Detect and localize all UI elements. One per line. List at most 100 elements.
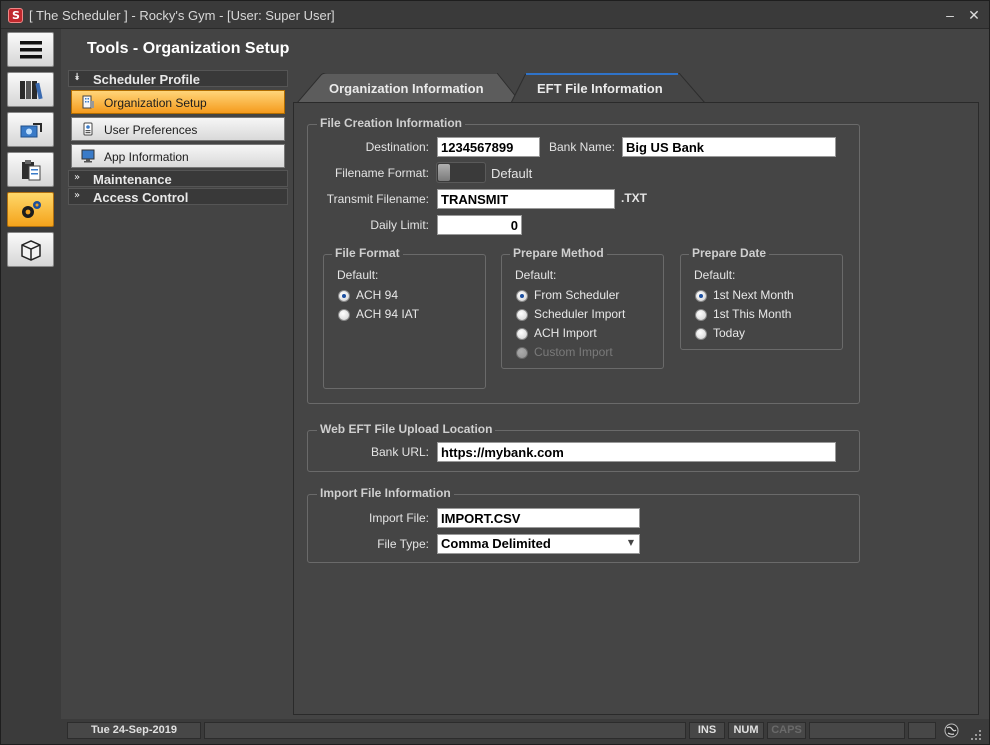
- radio-dot[interactable]: [695, 309, 707, 321]
- chevron-down-icon: ⯯: [74, 72, 80, 83]
- status-num: NUM: [728, 722, 764, 739]
- chevron-right-icon: »: [74, 190, 81, 201]
- web-eft-groupbox: Web EFT File Upload Location Bank URL:: [307, 422, 860, 472]
- chevron-down-icon: ▼: [627, 538, 634, 547]
- package-button[interactable]: [7, 232, 54, 267]
- file-type-select[interactable]: Comma Delimited ▼: [437, 534, 640, 554]
- transmit-filename-input[interactable]: [437, 189, 615, 209]
- menu-icon: [20, 41, 42, 59]
- status-message: [204, 722, 686, 739]
- radio-dot: [516, 347, 528, 359]
- chevron-right-icon: »: [74, 172, 81, 183]
- app-logo-icon: [8, 8, 23, 23]
- radio-label: ACH 94 IAT: [356, 307, 420, 321]
- nav-item-label: User Preferences: [104, 123, 198, 137]
- group-title: Web EFT File Upload Location: [317, 422, 496, 436]
- settings-icon: [22, 201, 41, 218]
- group-title: Import File Information: [317, 486, 454, 500]
- eft-content-panel: File Creation Information Destination: B…: [293, 102, 979, 715]
- radio-dot[interactable]: [516, 309, 528, 321]
- toggle-knob[interactable]: [438, 164, 450, 181]
- radio-label: Custom Import: [534, 345, 613, 359]
- import-file-label: Import File:: [368, 511, 429, 525]
- building-icon: [82, 95, 94, 109]
- radio-dot[interactable]: [695, 290, 707, 302]
- user-prefs-icon: [83, 122, 93, 136]
- radio-label: ACH 94: [356, 288, 399, 302]
- package-icon: [21, 240, 41, 261]
- settings-button[interactable]: [7, 192, 54, 227]
- daily-limit-input[interactable]: [437, 215, 522, 235]
- bank-name-label: Bank Name:: [548, 140, 615, 154]
- file-creation-groupbox: File Creation Information Destination: B…: [307, 116, 860, 404]
- file-type-label: File Type:: [377, 537, 429, 551]
- nav-item-label: App Information: [104, 150, 189, 164]
- library-icon: [20, 81, 43, 100]
- status-caps: CAPS: [767, 722, 806, 739]
- radio-dot[interactable]: [516, 328, 528, 340]
- bank-url-input[interactable]: [437, 442, 836, 462]
- library-button[interactable]: [7, 72, 54, 107]
- nav-group-access-control[interactable]: » Access Control: [68, 188, 288, 205]
- nav-group-label: Access Control: [93, 190, 189, 205]
- file-format-groupbox: File Format Default: ACH 94 ACH 94 IAT: [323, 246, 486, 389]
- group-title: Prepare Date: [689, 246, 770, 260]
- destination-label: Destination:: [365, 140, 429, 154]
- nav-group-label: Maintenance: [93, 172, 172, 187]
- radio-label: 1st Next Month: [713, 288, 794, 302]
- bank-name-input[interactable]: [622, 137, 836, 157]
- window-title: [ The Scheduler ] - Rocky's Gym - [User:…: [29, 8, 335, 23]
- globe-icon[interactable]: [944, 723, 959, 738]
- menu-button[interactable]: [7, 32, 54, 67]
- radio-label: From Scheduler: [534, 288, 620, 302]
- bank-url-label: Bank URL:: [370, 445, 429, 459]
- nav-item-label: Organization Setup: [104, 96, 207, 110]
- status-blank: [908, 722, 936, 739]
- payment-icon: [20, 123, 42, 138]
- prepare-date-groupbox: Prepare Date Default: 1st Next Month 1st…: [680, 246, 843, 350]
- clipboard-icon: [22, 160, 41, 181]
- destination-input[interactable]: [437, 137, 540, 157]
- nav-item-user-preferences[interactable]: User Preferences: [71, 117, 285, 141]
- prepare-method-groupbox: Prepare Method Default: From Scheduler S…: [501, 246, 664, 369]
- icon-rail: [1, 29, 61, 719]
- transmit-extension: .TXT: [621, 191, 647, 205]
- status-date: Tue 24-Sep-2019: [67, 722, 201, 739]
- resize-grip-icon[interactable]: [969, 728, 983, 742]
- status-extra: [809, 722, 905, 739]
- radio-dot[interactable]: [695, 328, 707, 340]
- page-title: Tools - Organization Setup: [87, 40, 290, 57]
- filename-format-label: Filename Format:: [334, 166, 429, 180]
- import-file-input[interactable]: [437, 508, 640, 528]
- payment-button[interactable]: [7, 112, 54, 147]
- daily-limit-label: Daily Limit:: [370, 218, 429, 232]
- radio-dot[interactable]: [338, 290, 350, 302]
- nav-item-organization-setup[interactable]: Organization Setup: [71, 90, 285, 114]
- group-title: File Creation Information: [317, 116, 466, 130]
- radio-dot[interactable]: [516, 290, 528, 302]
- tab-organization-information[interactable]: Organization Information: [297, 73, 522, 103]
- default-label: Default:: [515, 268, 557, 282]
- default-label: Default:: [694, 268, 736, 282]
- nav-group-maintenance[interactable]: » Maintenance: [68, 170, 288, 187]
- radio-label: Today: [713, 326, 746, 340]
- default-label: Default:: [337, 268, 379, 282]
- clipboard-button[interactable]: [7, 152, 54, 187]
- tab-eft-file-information[interactable]: EFT File Information: [511, 73, 707, 104]
- radio-label: Scheduler Import: [534, 307, 626, 321]
- app-window: [ The Scheduler ] - Rocky's Gym - [User:…: [0, 0, 990, 745]
- transmit-filename-label: Transmit Filename:: [326, 192, 429, 206]
- filename-format-toggle[interactable]: [436, 162, 486, 183]
- nav-item-app-information[interactable]: App Information: [71, 144, 285, 168]
- nav-group-scheduler-profile[interactable]: ⯯ Scheduler Profile: [68, 70, 288, 87]
- title-bar: [ The Scheduler ] - Rocky's Gym - [User:…: [1, 1, 989, 29]
- filename-format-value: Default: [491, 166, 533, 181]
- radio-label: 1st This Month: [713, 307, 792, 321]
- close-button[interactable]: ✕: [965, 6, 983, 24]
- file-type-value: Comma Delimited: [441, 536, 551, 551]
- monitor-icon: [81, 149, 95, 163]
- status-bar: Tue 24-Sep-2019 INS NUM CAPS: [1, 719, 989, 744]
- radio-dot[interactable]: [338, 309, 350, 321]
- tab-label: Organization Information: [329, 81, 484, 96]
- minimize-button[interactable]: –: [941, 6, 959, 24]
